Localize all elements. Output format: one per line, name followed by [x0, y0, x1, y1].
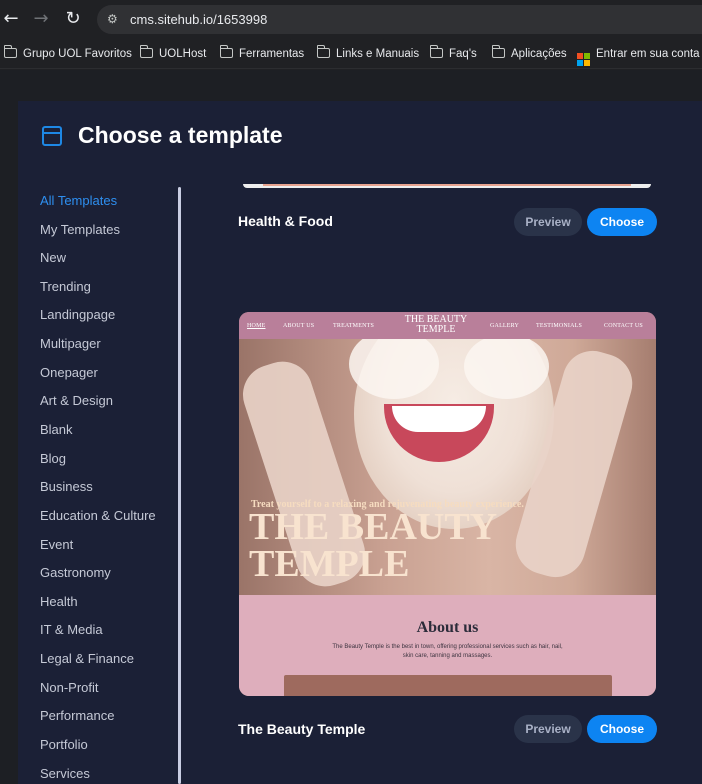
thumbnail-nav: HOME ABOUT US TREATMENTS THE BEAUTY TEMP…: [239, 312, 656, 339]
sidebar-item-my-templates[interactable]: My Templates: [40, 222, 120, 237]
sidebar-item-education-culture[interactable]: Education & Culture: [40, 508, 156, 523]
thumbnail-nav-item: GALLERY: [490, 323, 520, 329]
sidebar-item-landingpage[interactable]: Landingpage: [40, 307, 115, 322]
thumbnail-hero-image: Treat yourself to a relaxing and rejuven…: [239, 339, 656, 595]
sidebar-item-legal-finance[interactable]: Legal & Finance: [40, 651, 134, 666]
preview-button[interactable]: Preview: [514, 208, 582, 236]
sidebar-item-non-profit[interactable]: Non-Profit: [40, 680, 99, 695]
sidebar-item-onepager[interactable]: Onepager: [40, 365, 98, 380]
modal-title: Choose a template: [78, 122, 283, 148]
thumbnail-about-image: [284, 675, 612, 696]
thumbnail-nav-item: ABOUT US: [283, 323, 315, 329]
url-text[interactable]: cms.sitehub.io/1653998: [130, 12, 267, 27]
site-info-icon[interactable]: ⚙: [107, 11, 123, 27]
bookmark-aplicacoes[interactable]: Aplicações: [491, 45, 567, 62]
back-arrow-icon[interactable]: ←: [0, 8, 22, 30]
microsoft-icon: [577, 53, 590, 66]
folder-icon: [139, 45, 153, 58]
bookmark-faqs[interactable]: Faq's: [429, 45, 477, 62]
template-thumbnail-beauty-temple[interactable]: HOME ABOUT US TREATMENTS THE BEAUTY TEMP…: [239, 312, 656, 696]
thumbnail-about-section: About us The Beauty Temple is the best i…: [239, 595, 656, 696]
bookmark-grupo-uol[interactable]: Grupo UOL Favoritos: [3, 45, 132, 62]
sidebar-item-blank[interactable]: Blank: [40, 422, 73, 437]
bookmarks-folder-icon: [3, 45, 17, 58]
browser-window-icon: [42, 126, 62, 146]
sidebar-item-art-design[interactable]: Art & Design: [40, 393, 113, 408]
sidebar-item-trending[interactable]: Trending: [40, 279, 91, 294]
thumbnail-nav-item: TREATMENTS: [333, 323, 374, 329]
thumbnail-about-text: The Beauty Temple is the best in town, o…: [332, 644, 563, 659]
bookmark-label: Entrar em sua conta: [596, 48, 700, 60]
bookmark-label: Ferramentas: [239, 48, 305, 60]
bookmark-label: Grupo UOL Favoritos: [23, 48, 132, 60]
sidebar-scrollbar[interactable]: [178, 187, 181, 784]
sidebar-item-services[interactable]: Services: [40, 766, 90, 781]
sidebar-item-health[interactable]: Health: [40, 594, 78, 609]
sidebar-item-gastronomy[interactable]: Gastronomy: [40, 565, 111, 580]
sidebar-item-all-templates[interactable]: All Templates: [40, 193, 117, 208]
template-name: Health & Food: [238, 213, 333, 229]
template-name: The Beauty Temple: [238, 721, 366, 737]
sidebar-item-portfolio[interactable]: Portfolio: [40, 737, 88, 752]
folder-icon: [316, 45, 330, 58]
thumbnail-about-heading: About us: [416, 619, 479, 636]
bookmark-label: Aplicações: [511, 48, 567, 60]
thumbnail-nav-item: CONTACT US: [604, 323, 643, 329]
thumbnail-logo: THE BEAUTY TEMPLE: [404, 314, 468, 335]
sidebar-item-event[interactable]: Event: [40, 537, 73, 552]
bookmark-label: Faq's: [449, 48, 477, 60]
sidebar-item-business[interactable]: Business: [40, 479, 93, 494]
sidebar-item-blog[interactable]: Blog: [40, 451, 66, 466]
folder-icon: [491, 45, 505, 58]
choose-button[interactable]: Choose: [587, 208, 657, 236]
thumbnail-nav-item: HOME: [247, 323, 266, 329]
address-bar[interactable]: ⚙ cms.sitehub.io/1653998: [97, 5, 702, 34]
bookmark-ferramentas[interactable]: Ferramentas: [219, 45, 305, 62]
sidebar-item-performance[interactable]: Performance: [40, 708, 114, 723]
bookmark-label: Links e Manuais: [336, 48, 420, 60]
bookmark-label: UOLHost: [159, 48, 207, 60]
bookmark-microsoft-login[interactable]: Entrar em sua conta: [577, 46, 700, 66]
reload-icon[interactable]: ↻: [62, 8, 84, 30]
preview-button[interactable]: Preview: [514, 715, 582, 743]
folder-icon: [429, 45, 443, 58]
thumbnail-hero-title: THE BEAUTY TEMPLE: [249, 506, 496, 585]
bookmarks-bar: Grupo UOL Favoritos UOLHost Ferramentas …: [0, 38, 702, 69]
bookmark-uolhost[interactable]: UOLHost: [139, 45, 207, 62]
template-thumbnail-health-food[interactable]: [243, 184, 651, 188]
thumbnail-nav-item: TESTIMONIALS: [536, 323, 583, 329]
folder-icon: [219, 45, 233, 58]
choose-button[interactable]: Choose: [587, 715, 657, 743]
browser-toolbar: ← → ↻ ⚙ cms.sitehub.io/1653998: [0, 0, 702, 38]
forward-arrow-icon[interactable]: →: [30, 8, 52, 30]
bookmark-links-manuais[interactable]: Links e Manuais: [316, 45, 420, 62]
sidebar-item-multipager[interactable]: Multipager: [40, 336, 101, 351]
sidebar-item-new[interactable]: New: [40, 250, 66, 265]
sidebar-item-it-media[interactable]: IT & Media: [40, 622, 103, 637]
